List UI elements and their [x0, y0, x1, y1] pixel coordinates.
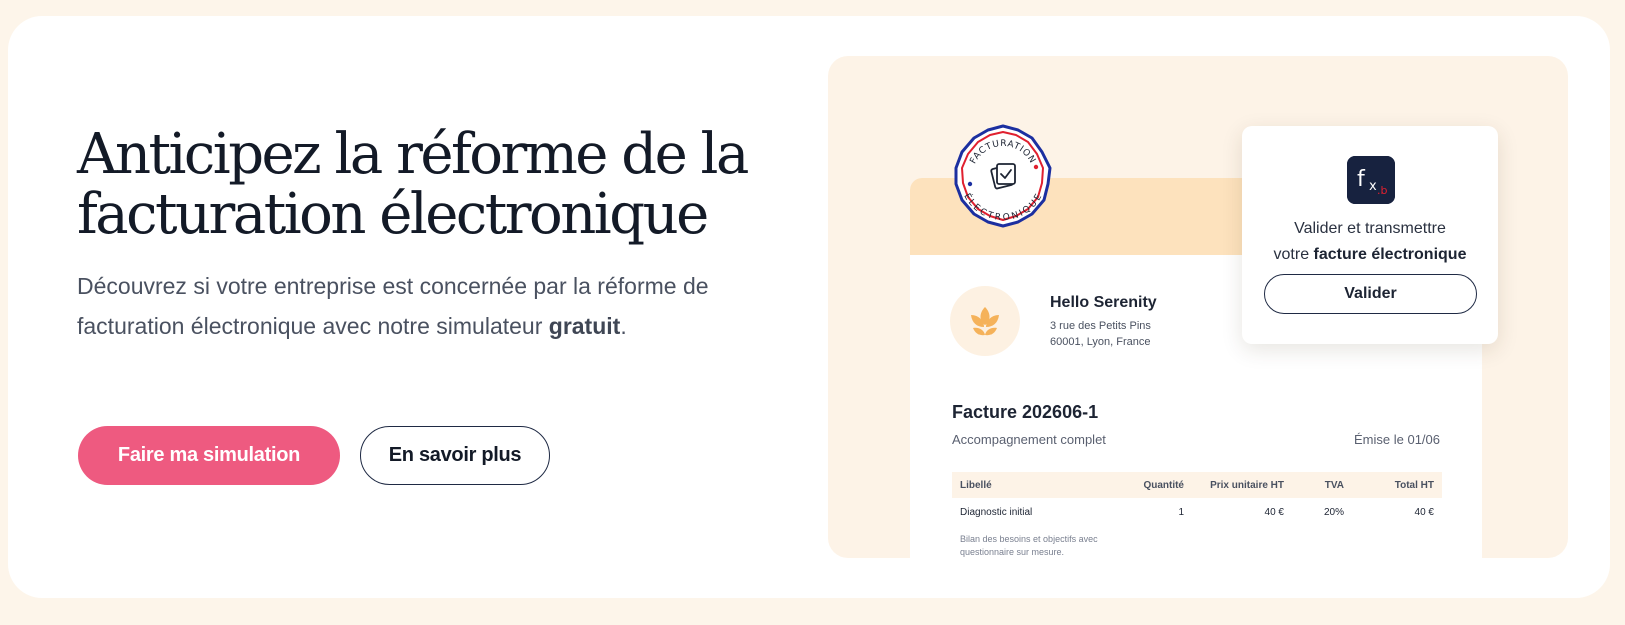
- company-address-line2: 60001, Lyon, France: [1050, 336, 1151, 348]
- invoice-table-header: Libellé Quantité Prix unitaire HT TVA To…: [952, 472, 1442, 498]
- fx-logo-sub: x: [1369, 179, 1377, 194]
- validate-button[interactable]: Valider: [1264, 274, 1477, 314]
- invoice-service: Accompagnement complet: [952, 432, 1106, 447]
- company-address-line1: 3 rue des Petits Pins: [1050, 320, 1151, 332]
- hero-description: Découvrez si votre entreprise est concer…: [77, 266, 737, 346]
- column-header-vat: TVA: [1324, 479, 1344, 491]
- column-header-quantity: Quantité: [1143, 479, 1184, 491]
- hero-title-line2: facturation électronique: [77, 182, 709, 247]
- validation-text-line2: votre facture électronique: [1242, 246, 1498, 264]
- validation-text-line1: Valider et transmettre: [1294, 220, 1446, 237]
- validation-text-prefix: votre: [1273, 246, 1314, 263]
- company-logo: [950, 286, 1020, 356]
- column-header-label: Libellé: [960, 479, 992, 491]
- company-name: Hello Serenity: [1050, 294, 1157, 311]
- validation-text-bold: facture électronique: [1313, 246, 1467, 263]
- fx-logo-icon: f x .b: [1347, 156, 1395, 204]
- cell-vat: 20%: [1323, 506, 1344, 518]
- lotus-icon: [971, 307, 999, 336]
- hero-title-line1: Anticipez la réforme de la: [77, 122, 749, 187]
- start-simulation-button[interactable]: Faire ma simulation: [78, 426, 340, 485]
- hero-description-end: .: [620, 313, 627, 339]
- item-description-line1: Bilan des besoins et objectifs avec: [960, 534, 1098, 544]
- learn-more-button[interactable]: En savoir plus: [360, 426, 550, 485]
- invoice-table: Libellé Quantité Prix unitaire HT TVA To…: [952, 472, 1442, 526]
- table-row: Diagnostic initial 1 40 € 20% 40 €: [952, 498, 1442, 526]
- cell-quantity: 1: [1178, 506, 1184, 518]
- invoice-illustration: Hello Serenity 3 rue des Petits Pins 600…: [828, 56, 1568, 558]
- hero-description-bold: gratuit: [548, 313, 621, 339]
- column-header-unit-price: Prix unitaire HT: [1210, 479, 1284, 491]
- column-header-total: Total HT: [1394, 479, 1434, 491]
- cell-label: Diagnostic initial: [960, 506, 1033, 518]
- cell-total: 40 €: [1414, 506, 1434, 518]
- item-description: Bilan des besoins et objectifs avec ques…: [960, 533, 1150, 558]
- invoice-number: Facture 202606-1: [952, 402, 1099, 422]
- item-description-line2: questionnaire sur mesure.: [960, 547, 1065, 557]
- validation-card: f x .b Valider et transmettre votre fact…: [1242, 126, 1498, 344]
- seal-dot-right: [1033, 164, 1039, 170]
- fx-logo-dot: .b: [1377, 184, 1387, 197]
- invoice-date: Émise le 01/06: [1354, 432, 1440, 447]
- hero-title: Anticipez la réforme de la facturation é…: [77, 125, 757, 245]
- seal-dot-left: [967, 181, 973, 187]
- cell-unit-price: 40 €: [1264, 506, 1284, 518]
- fx-logo-main: f: [1357, 167, 1366, 192]
- e-invoicing-seal: FACTURATION ÉLECTRONIQUE: [954, 124, 1052, 228]
